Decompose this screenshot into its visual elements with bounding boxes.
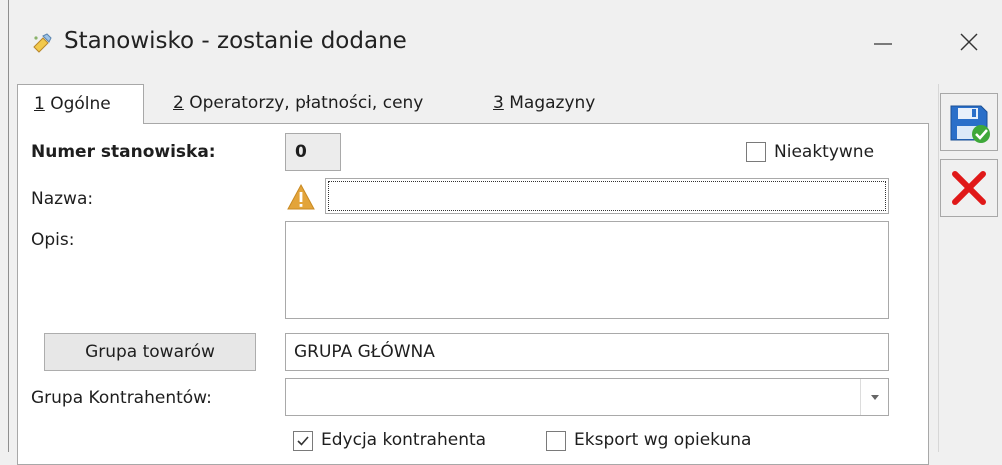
tab-ogolne[interactable]: 1 Ogólne [17, 84, 144, 124]
nieaktywne-label: Nieaktywne [774, 142, 875, 162]
opis-textarea[interactable] [285, 221, 889, 319]
cancel-icon [952, 171, 986, 205]
minimize-icon [874, 43, 892, 45]
app-icon [31, 32, 53, 54]
grupa-towarow-field[interactable]: GRUPA GŁÓWNA [285, 333, 889, 371]
grupa-towarow-button[interactable]: Grupa towarów [44, 333, 256, 371]
close-button[interactable] [949, 22, 989, 62]
cancel-button[interactable] [940, 159, 998, 217]
actions-divider [938, 84, 939, 452]
tab-key: 3 [493, 93, 504, 113]
tab-operatorzy[interactable]: 2 Operatorzy, płatności, ceny [157, 84, 439, 124]
tab-label: Operatorzy, płatności, ceny [183, 93, 424, 113]
nieaktywne-checkbox[interactable] [746, 142, 766, 162]
tab-label: Magazyny [503, 93, 596, 113]
nazwa-input[interactable] [325, 178, 889, 214]
edycja-kontrahenta-label: Edycja kontrahenta [321, 430, 487, 450]
tab-key: 1 [34, 94, 45, 114]
tab-magazyny[interactable]: 3 Magazyny [477, 84, 611, 124]
warning-icon [286, 183, 316, 215]
save-icon [950, 105, 990, 143]
title-bar: Stanowisko - zostanie dodane [9, 0, 1002, 84]
tab-label: Ogólne [44, 94, 111, 114]
edycja-kontrahenta-checkbox[interactable] [293, 431, 313, 451]
minimize-button[interactable] [864, 22, 904, 62]
check-icon [297, 436, 309, 446]
tab-panel-ogolne: Numer stanowiska: 0 Nieaktywne Nazwa: Op… [17, 123, 929, 465]
numer-stanowiska-field[interactable]: 0 [285, 133, 341, 171]
numer-stanowiska-label: Numer stanowiska: [31, 142, 216, 162]
nazwa-label: Nazwa: [31, 189, 94, 209]
close-icon [960, 33, 978, 51]
chevron-down-icon [871, 395, 879, 400]
eksport-wg-opiekuna-checkbox[interactable] [546, 431, 566, 451]
opis-label: Opis: [31, 230, 75, 250]
save-button[interactable] [940, 93, 998, 151]
grupa-kontrahentow-select[interactable] [285, 378, 889, 416]
tab-key: 2 [173, 93, 184, 113]
dialog-window: Stanowisko - zostanie dodane 1 Ogólne 2 … [8, 0, 1002, 465]
grupa-kontrahentow-label: Grupa Kontrahentów: [31, 388, 212, 408]
eksport-wg-opiekuna-label: Eksport wg opiekuna [574, 430, 752, 450]
window-title: Stanowisko - zostanie dodane [64, 28, 407, 54]
dropdown-arrow[interactable] [860, 379, 888, 415]
